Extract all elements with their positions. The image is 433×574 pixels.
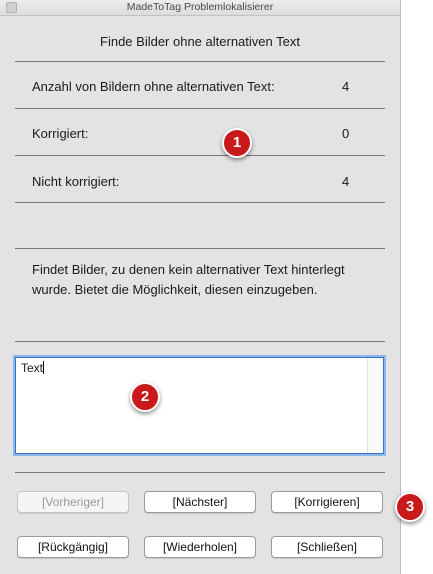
correct-button[interactable]: [Korrigieren] (271, 491, 383, 513)
divider (15, 202, 385, 203)
window-title: MadeToTag Problemlokalisierer (126, 1, 274, 13)
divider (15, 248, 385, 249)
stat-value-corrected: 0 (342, 126, 350, 141)
alt-text-value: Text (21, 361, 45, 375)
divider (15, 472, 385, 473)
stat-label-uncorrected: Nicht korrigiert: (32, 174, 120, 189)
callout-badge-2: 2 (130, 382, 160, 412)
divider (15, 341, 385, 342)
alt-text-input[interactable]: Text (15, 357, 384, 454)
window-close-button[interactable] (6, 2, 17, 13)
close-button[interactable]: [Schließen] (271, 536, 383, 558)
redo-button[interactable]: [Wiederholen] (144, 536, 256, 558)
next-button[interactable]: [Nächster] (144, 491, 256, 513)
stat-value-total: 4 (342, 79, 350, 94)
undo-button[interactable]: [Rückgängig] (17, 536, 129, 558)
divider (15, 108, 385, 109)
dialog-window: MadeToTag Problemlokalisierer Finde Bild… (0, 0, 401, 574)
callout-badge-1: 1 (222, 128, 252, 158)
callout-badge-3: 3 (395, 492, 425, 522)
textarea-scrollbar[interactable] (367, 358, 383, 453)
stat-value-uncorrected: 4 (342, 174, 350, 189)
divider (15, 61, 385, 62)
divider (15, 155, 385, 156)
stat-label-corrected: Korrigiert: (32, 126, 89, 141)
previous-button[interactable]: [Vorheriger] (17, 491, 129, 513)
title-bar: MadeToTag Problemlokalisierer (0, 0, 400, 16)
description-text: Findet Bilder, zu denen kein alternative… (32, 262, 345, 297)
stat-label-total: Anzahl von Bildern ohne alternativen Tex… (32, 79, 275, 94)
dialog-heading: Finde Bilder ohne alternativen Text (100, 34, 300, 49)
text-caret (43, 361, 45, 374)
